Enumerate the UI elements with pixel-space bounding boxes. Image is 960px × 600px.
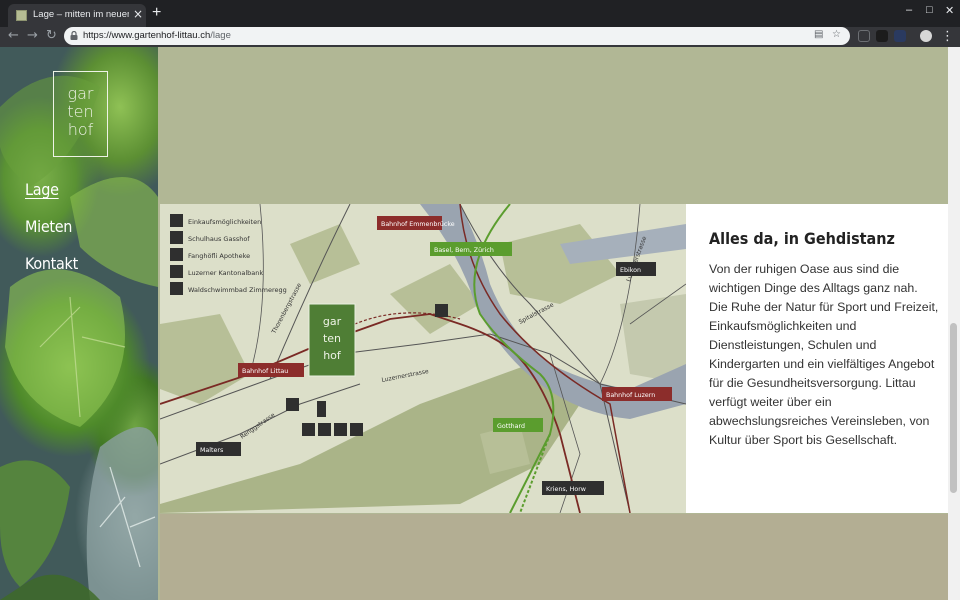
favicon-icon	[16, 10, 27, 21]
forward-icon[interactable]: →	[27, 28, 38, 43]
legend-label: Schulhaus Gasshof	[188, 235, 250, 243]
window-minimize-button[interactable]: –	[906, 4, 912, 16]
bus-icon	[286, 398, 299, 411]
nav-item-lage[interactable]: Lage	[25, 180, 59, 199]
reload-icon[interactable]: ↻	[46, 28, 57, 43]
legend-label: Einkaufsmöglichkeiten	[188, 218, 261, 226]
pharmacy-icon	[170, 248, 183, 261]
logo-text: hof	[67, 120, 94, 139]
flag-icon	[318, 423, 331, 436]
direction-label: Ebikon	[620, 267, 641, 274]
logo-text: gar	[323, 315, 342, 328]
translate-icon[interactable]: ▤	[814, 29, 823, 40]
page: gar ten hof Lage Mieten Kontakt Thorenbe…	[0, 47, 960, 600]
hero-band	[160, 47, 948, 203]
scrollbar-thumb[interactable]	[950, 323, 957, 493]
motorway-label: Gotthard	[497, 423, 525, 430]
bank-icon	[170, 265, 183, 278]
legend-label: Fanghöfli Apotheke	[188, 252, 250, 260]
browser-tab-bar: Lage – mitten im neuen Dorfzentrum × + –…	[0, 0, 960, 27]
extension-icon[interactable]	[894, 30, 906, 42]
address-bar[interactable]: https://www.gartenhof-littau.ch/lage ▤ ☆	[64, 27, 850, 45]
nav-item-kontakt[interactable]: Kontakt	[25, 254, 78, 273]
browser-tab[interactable]: Lage – mitten im neuen Dorfzentrum ×	[8, 4, 146, 27]
direction-label: Kriens, Horw	[546, 486, 586, 493]
station-label: Bahnhof Luzern	[606, 392, 655, 399]
tab-close-icon[interactable]: ×	[133, 7, 143, 21]
logo-text: ten	[323, 332, 341, 345]
swim-icon	[170, 282, 183, 295]
new-tab-button[interactable]: +	[152, 4, 161, 22]
browser-menu-icon[interactable]: ⋮	[941, 29, 954, 44]
legend-label: Waldschwimmbad Zimmeregg	[188, 286, 287, 294]
article-body: Von der ruhigen Oase aus sind die wichti…	[709, 262, 939, 447]
extension-icon[interactable]	[876, 30, 888, 42]
station-label: Bahnhof Emmenbrücke	[381, 221, 455, 228]
back-icon[interactable]: ←	[8, 28, 19, 43]
logo-text: hof	[323, 349, 342, 362]
window-maximize-button[interactable]: □	[926, 4, 933, 16]
location-map: Thorenbergstrasse Luzernerstrasse Spital…	[160, 204, 686, 513]
swim-icon	[435, 304, 448, 317]
extension-icon[interactable]	[858, 30, 870, 42]
bookmark-star-icon[interactable]: ☆	[832, 29, 841, 40]
location-section: Thorenbergstrasse Luzernerstrasse Spital…	[160, 204, 948, 513]
bank-icon	[350, 423, 363, 436]
logo-text: ten	[67, 102, 94, 121]
logo-text: gar	[67, 84, 94, 103]
station-label: Bahnhof Littau	[242, 368, 288, 375]
direction-label: Malters	[200, 447, 223, 454]
pharmacy-icon	[334, 423, 347, 436]
legend-label: Luzerner Kantonalbank	[188, 269, 263, 277]
window-close-button[interactable]: ✕	[945, 4, 954, 17]
motorway-label: Basel, Bern, Zürich	[434, 247, 494, 254]
profile-avatar-icon[interactable]	[920, 30, 932, 42]
url-text: https://www.gartenhof-littau.ch/lage	[83, 30, 231, 41]
tab-title: Lage – mitten im neuen Dorfzentrum	[33, 9, 129, 20]
gartenhof-logo[interactable]: gar ten hof	[53, 71, 108, 157]
building-marker	[317, 401, 326, 417]
sidebar: gar ten hof Lage Mieten Kontakt	[0, 47, 158, 600]
footer-band	[160, 514, 948, 600]
article-heading: Alles da, in Gehdistanz	[709, 229, 895, 248]
page-scrollbar[interactable]	[948, 47, 960, 600]
cart-icon	[302, 423, 315, 436]
browser-toolbar: ← → ↻ https://www.gartenhof-littau.ch/la…	[0, 27, 960, 47]
flag-icon	[170, 231, 183, 244]
cart-icon	[170, 214, 183, 227]
lock-icon	[70, 31, 78, 40]
nav-item-mieten[interactable]: Mieten	[25, 217, 72, 236]
